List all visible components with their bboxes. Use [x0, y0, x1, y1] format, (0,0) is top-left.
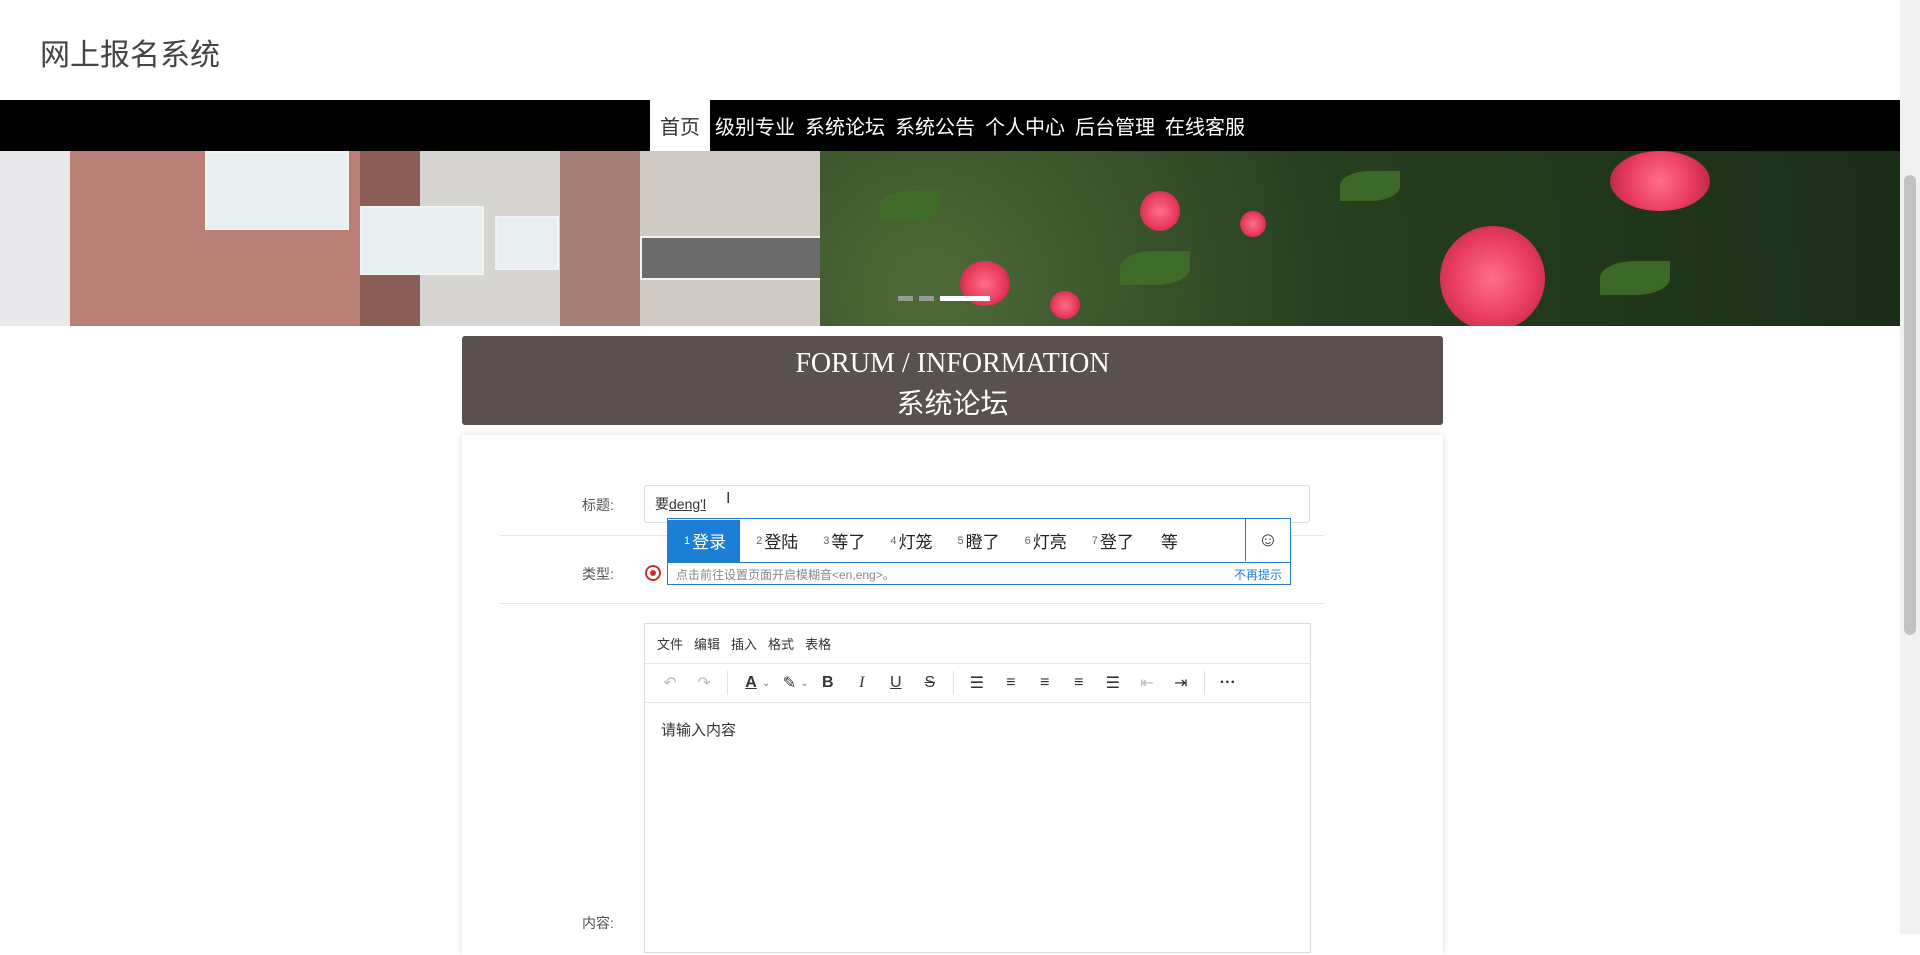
nav-item-personal-center[interactable]: 个人中心 — [980, 100, 1070, 151]
ime-candidate[interactable]: 等 — [1143, 520, 1187, 562]
indent-icon[interactable]: ⇥ — [1164, 668, 1198, 698]
menu-file[interactable]: 文件 — [657, 634, 683, 653]
content-label: 内容: — [582, 915, 614, 931]
strikethrough-icon[interactable]: S — [913, 668, 947, 698]
chevron-down-icon[interactable]: ⌄ — [762, 678, 770, 689]
ime-tip-bar: 点击前往设置页面开启模糊音<en,eng>。 不再提示 — [668, 563, 1290, 585]
editor-placeholder: 请输入内容 — [661, 722, 737, 739]
toolbar-separator — [1203, 671, 1205, 695]
forum-heading-cn: 系统论坛 — [896, 389, 1009, 420]
carousel-indicators — [898, 296, 990, 301]
undo-icon[interactable]: ↶ — [653, 668, 687, 698]
rich-text-editor: 文件 编辑 插入 格式 表格 ↶ ↷ A ⌄ ✎ ⌄ B I U S ☰ ≡ ≡… — [644, 623, 1311, 953]
align-left-icon[interactable]: ≡ — [994, 668, 1028, 698]
nav-item-forum[interactable]: 系统论坛 — [800, 100, 890, 151]
carousel-dot[interactable] — [898, 296, 913, 301]
text-cursor-icon: I — [726, 490, 731, 507]
type-radio[interactable] — [645, 565, 661, 581]
banner-carousel[interactable] — [0, 151, 1900, 326]
form-divider — [500, 603, 1324, 604]
page-scrollbar[interactable] — [1900, 0, 1920, 934]
menu-edit[interactable]: 编辑 — [694, 634, 720, 653]
editor-content-area[interactable]: 请输入内容 — [645, 703, 1310, 756]
outdent-icon[interactable]: ⇤ — [1130, 668, 1164, 698]
ime-candidate[interactable]: 4 灯笼 — [874, 520, 941, 562]
nav-item-home[interactable]: 首页 — [650, 100, 710, 151]
align-justify-icon[interactable]: ☰ — [1096, 668, 1130, 698]
menu-insert[interactable]: 插入 — [731, 634, 757, 653]
title-label: 标题: — [582, 497, 614, 513]
ime-candidate[interactable]: 6 灯亮 — [1009, 520, 1076, 562]
chevron-down-icon[interactable]: ⌄ — [800, 678, 808, 689]
ime-tip-text[interactable]: 点击前往设置页面开启模糊音<en,eng>。 — [676, 566, 895, 583]
ime-dismiss-link[interactable]: 不再提示 — [1234, 566, 1282, 583]
ime-candidate[interactable]: 2 登陆 — [740, 520, 807, 562]
more-icon[interactable]: ··· — [1211, 668, 1245, 698]
banner-building-image — [0, 151, 824, 326]
ime-candidate-list: 1 登录 2 登陆 3 等了 4 灯笼 5 瞪了 6 灯亮 7 登了 等 ☺ — [668, 519, 1290, 563]
main-nav: 首页 级别专业 系统论坛 系统公告 个人中心 后台管理 在线客服 — [0, 100, 1900, 151]
editor-menubar: 文件 编辑 插入 格式 表格 — [645, 624, 1310, 664]
ime-candidate[interactable]: 1 登录 — [668, 519, 741, 562]
ime-candidate[interactable]: 3 等了 — [807, 520, 874, 562]
title-input-composing-text: deng'l — [669, 496, 706, 512]
align-center-icon[interactable]: ≡ — [1028, 668, 1062, 698]
bold-icon[interactable]: B — [811, 668, 845, 698]
toolbar-separator — [952, 671, 954, 695]
emoji-icon[interactable]: ☺ — [1245, 519, 1290, 561]
underline-icon[interactable]: U — [879, 668, 913, 698]
site-title: 网上报名系统 — [40, 39, 220, 72]
ime-candidate[interactable]: 7 登了 — [1076, 520, 1143, 562]
menu-table[interactable]: 表格 — [805, 634, 831, 653]
type-label: 类型: — [582, 566, 614, 582]
scrollbar-thumb[interactable] — [1904, 175, 1916, 635]
nav-item-majors[interactable]: 级别专业 — [710, 100, 800, 151]
toolbar-separator — [727, 671, 728, 695]
title-input-text: 要 — [655, 496, 669, 512]
ime-candidate-window: 1 登录 2 登陆 3 等了 4 灯笼 5 瞪了 6 灯亮 7 登了 等 ☺ 点击前往设置页面… — [667, 518, 1291, 585]
redo-icon[interactable]: ↷ — [687, 668, 721, 698]
line-height-icon[interactable]: ☰ — [960, 668, 994, 698]
nav-item-online-service[interactable]: 在线客服 — [1160, 100, 1250, 151]
editor-toolbar: ↶ ↷ A ⌄ ✎ ⌄ B I U S ☰ ≡ ≡ ≡ ☰ ⇤ ⇥ ··· — [645, 664, 1310, 703]
site-header: 网上报名系统 — [0, 0, 1900, 100]
carousel-dot[interactable] — [919, 296, 934, 301]
nav-item-admin[interactable]: 后台管理 — [1070, 100, 1160, 151]
carousel-dot-active[interactable] — [940, 296, 990, 301]
italic-icon[interactable]: I — [845, 668, 879, 698]
menu-format[interactable]: 格式 — [768, 634, 794, 653]
align-right-icon[interactable]: ≡ — [1062, 668, 1096, 698]
ime-candidate[interactable]: 5 瞪了 — [942, 520, 1009, 562]
forum-heading-en: FORUM / INFORMATION — [795, 348, 1110, 379]
forum-heading: FORUM / INFORMATION 系统论坛 — [462, 336, 1443, 425]
nav-item-announcements[interactable]: 系统公告 — [890, 100, 980, 151]
